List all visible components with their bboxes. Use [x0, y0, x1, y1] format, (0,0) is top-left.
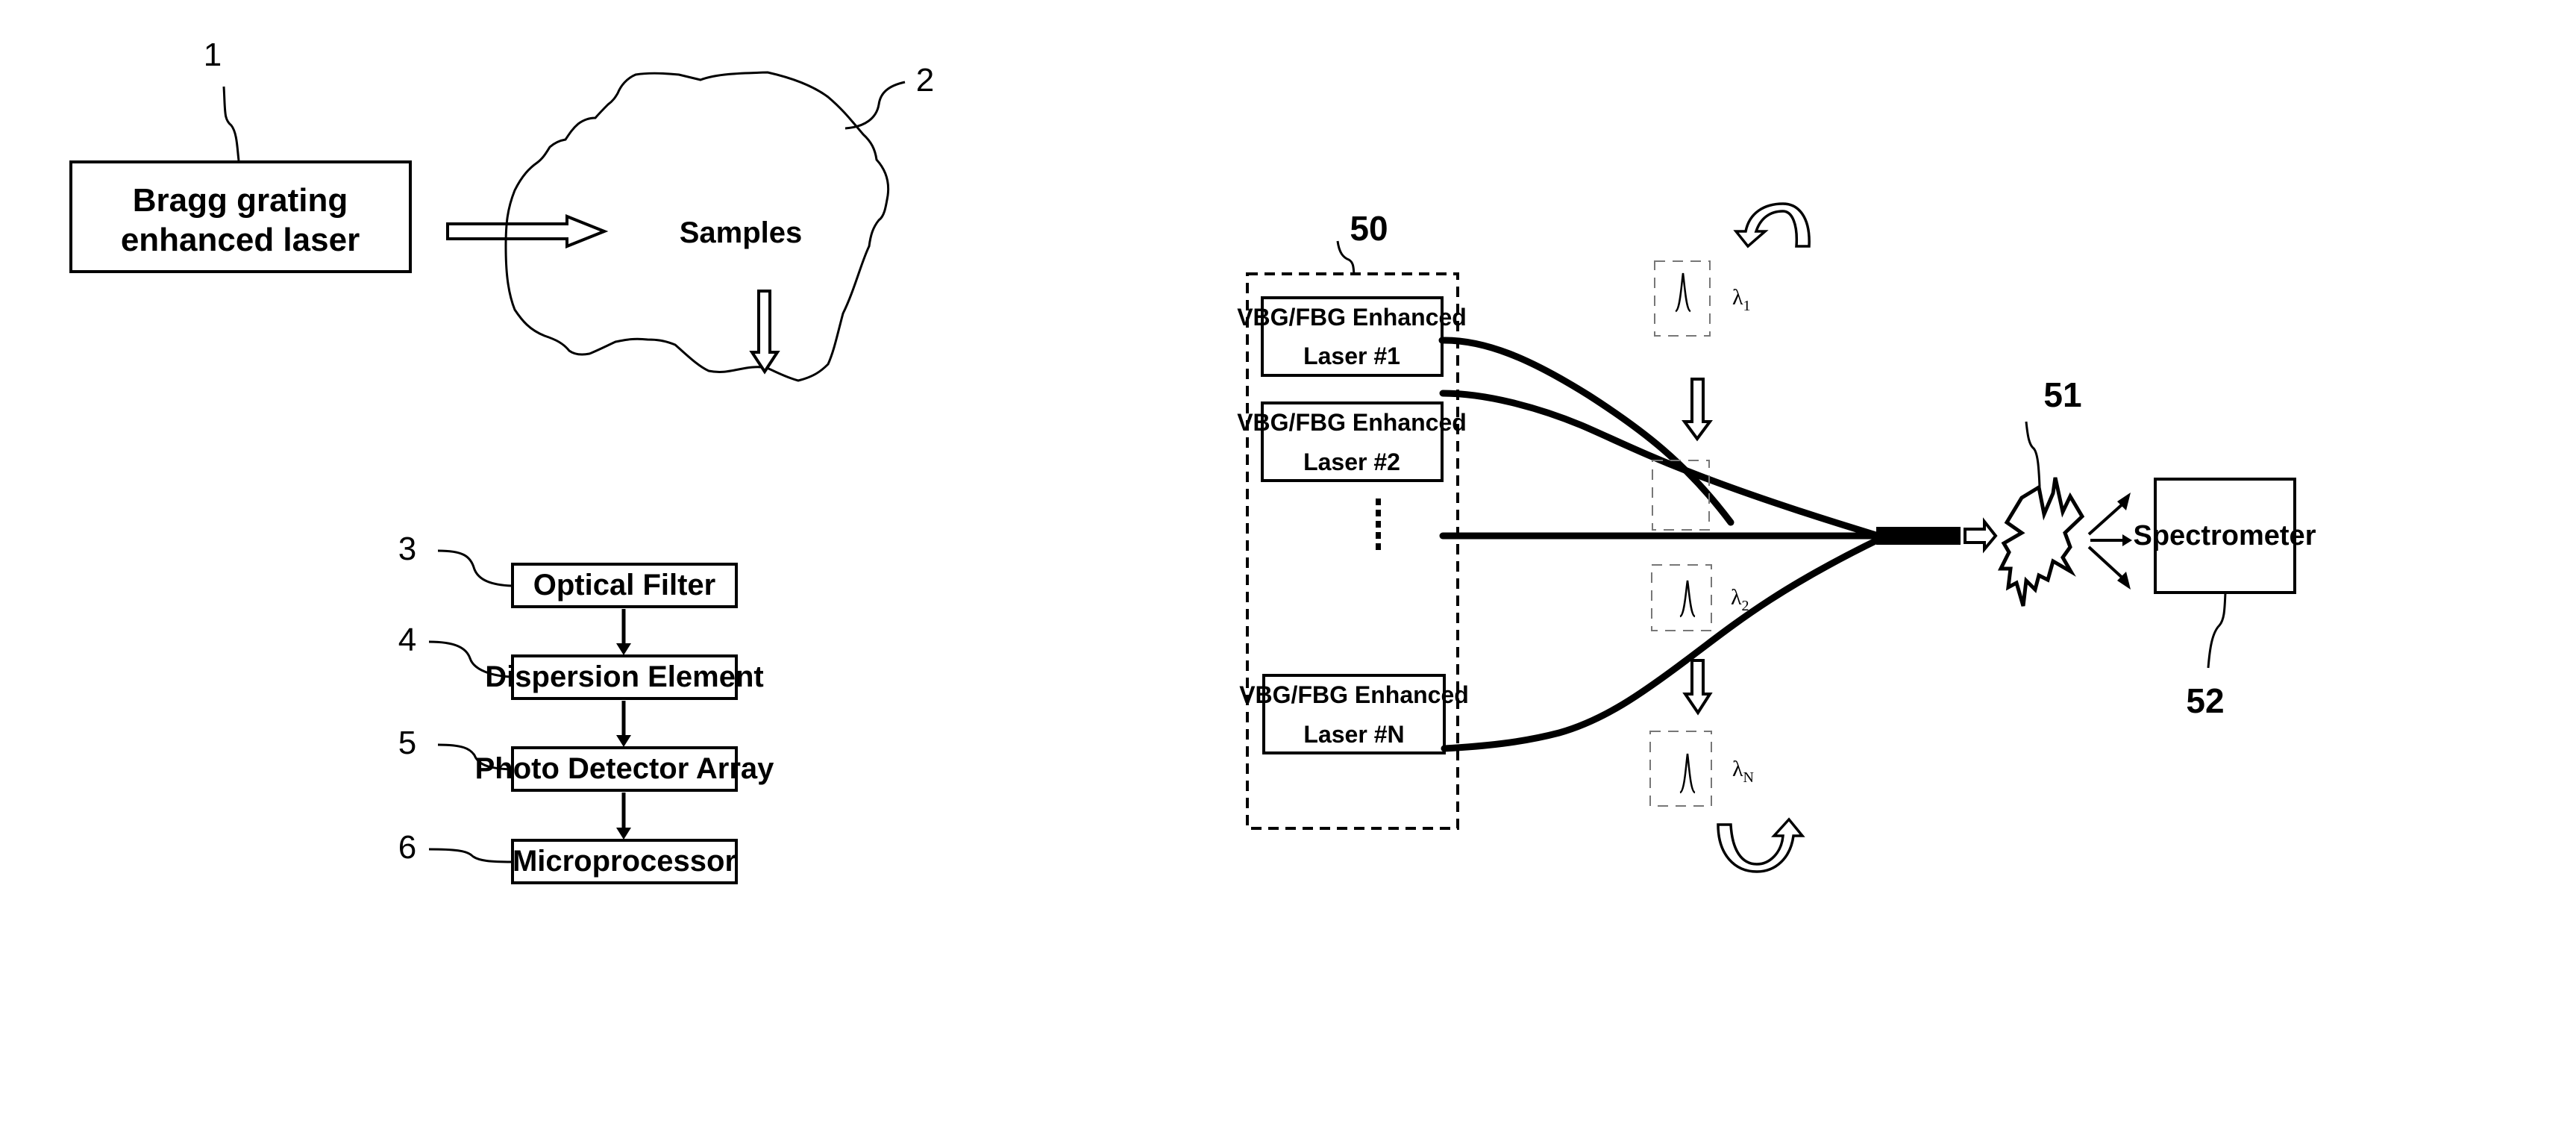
wavelength-label-2: λ2 [1731, 585, 1749, 614]
wavelength-label-n: λN [1732, 757, 1754, 786]
spectrum-inset-1 [1654, 260, 1711, 337]
spectrum-inset-2-actual [1651, 564, 1712, 631]
spectral-peak-icon [1679, 753, 1696, 794]
ellipsis-dots-icon [1376, 499, 1381, 550]
leader-line-52 [2207, 592, 2227, 669]
arrow-detector-to-microprocessor-icon [616, 793, 631, 840]
optical-filter-label: Optical Filter [533, 569, 716, 601]
lambda-symbol: λ [1732, 285, 1743, 310]
leader-line-1 [222, 86, 240, 161]
laser-1-label-line2: Laser #1 [1303, 343, 1400, 369]
curved-arrow-top-icon [1733, 202, 1811, 249]
wavelength-label-1: λ1 [1732, 285, 1751, 314]
leader-line-3 [437, 549, 513, 587]
fiber-combined-output [1876, 527, 1961, 545]
ref-number-1: 1 [204, 37, 222, 73]
laser-n-label-line2: Laser #N [1303, 721, 1404, 748]
ref-number-2: 2 [916, 62, 934, 99]
lambda-subscript: N [1743, 769, 1754, 786]
arrow-filter-to-dispersion-icon [616, 609, 631, 655]
spectral-peak-icon [1679, 580, 1696, 618]
bragg-laser-box: Bragg grating enhanced laser [69, 160, 412, 273]
ref-number-4: 4 [398, 622, 416, 658]
ref-number-50: 50 [1350, 209, 1388, 248]
laser-2-label-line1: VBG/FBG Enhanced [1237, 409, 1467, 436]
leader-line-2 [844, 81, 906, 130]
scatter-arrows-icon [2087, 493, 2132, 590]
lambda-symbol: λ [1732, 757, 1743, 781]
laser-1-label-line1: VBG/FBG Enhanced [1237, 304, 1467, 331]
fiber-1 [1438, 337, 1734, 526]
arrow-dispersion-to-detector-icon [616, 701, 631, 747]
lambda-symbol: λ [1731, 585, 1742, 610]
ref-number-5: 5 [398, 725, 416, 761]
bragg-laser-label-line1: Bragg grating [133, 182, 348, 219]
patent-figure: 1 Bragg grating enhanced laser Samples 2… [69, 37, 2316, 884]
lambda-subscript: 1 [1743, 298, 1751, 314]
ref-number-51: 51 [2043, 375, 2081, 414]
hollow-arrow-down-1-icon [1682, 378, 1713, 442]
photo-detector-array-label: Photo Detector Array [475, 752, 775, 785]
fiber-laser-n [1441, 535, 1884, 752]
samples-label: Samples [680, 216, 803, 249]
spectrometer-box: Spectrometer [2134, 478, 2316, 594]
spectrum-inset-n [1649, 731, 1712, 807]
microprocessor-box: Microprocessor [511, 839, 738, 884]
microprocessor-label: Microprocessor [513, 845, 736, 878]
ref-number-3: 3 [398, 531, 416, 567]
hollow-arrow-right-icon [446, 214, 609, 249]
laser-box-n: VBG/FBG Enhanced Laser #N [1239, 674, 1469, 754]
hollow-arrow-right-icon [1964, 517, 1998, 554]
dispersion-element-label: Dispersion Element [485, 660, 763, 693]
leader-line-51 [2025, 421, 2041, 487]
spectrometer-label: Spectrometer [2134, 520, 2316, 551]
laser-n-label-line1: VBG/FBG Enhanced [1239, 681, 1469, 708]
lambda-subscript: 2 [1742, 598, 1749, 614]
bragg-laser-label-line2: enhanced laser [121, 222, 360, 258]
dispersion-element-box: Dispersion Element [485, 654, 764, 700]
laser-2-label-line2: Laser #2 [1303, 449, 1400, 475]
sample-51-starburst [1997, 477, 2085, 607]
hollow-arrow-down-icon [749, 290, 780, 375]
laser-box-2: VBG/FBG Enhanced Laser #2 [1237, 401, 1467, 482]
leader-line-6 [428, 848, 513, 863]
ref-number-52: 52 [2186, 681, 2224, 720]
hollow-arrow-down-2-icon [1682, 659, 1713, 716]
fiber-laser-1 [1439, 390, 1882, 540]
spectral-peak-icon [1675, 272, 1691, 313]
laser-box-1: VBG/FBG Enhanced Laser #1 [1237, 296, 1467, 377]
curved-arrow-bottom-icon [1717, 817, 1805, 873]
photo-detector-array-box: Photo Detector Array [475, 746, 775, 792]
ref-number-6: 6 [398, 829, 416, 866]
optical-filter-box: Optical Filter [511, 563, 738, 608]
